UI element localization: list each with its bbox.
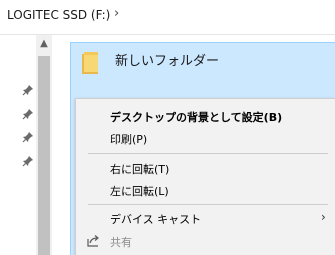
- folder-icon: [82, 52, 98, 74]
- menu-item-label: デスクトップの背景として設定(B): [110, 111, 283, 124]
- menu-separator: [88, 153, 328, 154]
- pin-icon[interactable]: [22, 108, 34, 120]
- menu-item-label: 左に回転(L): [110, 185, 169, 198]
- menu-item-label: 印刷(P): [110, 133, 148, 146]
- submenu-chevron-icon: ›: [321, 210, 326, 224]
- breadcrumb-chevron-icon[interactable]: ›: [114, 6, 119, 21]
- menu-item-label: デバイス キャスト: [110, 213, 202, 226]
- menu-item-label: 右に回転(T): [110, 163, 170, 176]
- pin-icon[interactable]: [22, 84, 34, 96]
- menu-item-share[interactable]: 共有: [76, 230, 335, 252]
- address-path[interactable]: LOGITEC SSD (F:): [7, 8, 110, 22]
- menu-item-rotate-left[interactable]: 左に回転(L): [76, 179, 335, 201]
- menu-item-rotate-right[interactable]: 右に回転(T): [76, 157, 335, 179]
- scroll-up-arrow-icon[interactable]: ▲: [36, 37, 52, 51]
- share-icon: [87, 235, 99, 247]
- menu-item-print[interactable]: 印刷(P): [76, 127, 335, 149]
- folder-name[interactable]: 新しいフォルダー: [115, 50, 219, 69]
- pin-icon[interactable]: [22, 131, 34, 143]
- scrollbar-thumb[interactable]: [38, 56, 50, 255]
- context-menu: デスクトップの背景として設定(B) 印刷(P) 右に回転(T) 左に回転(L) …: [75, 98, 335, 255]
- menu-separator: [88, 204, 328, 205]
- menu-item-cast-to-device[interactable]: デバイス キャスト ›: [76, 207, 335, 229]
- address-bar[interactable]: LOGITEC SSD (F:) ›: [0, 0, 335, 35]
- menu-item-set-desktop-background[interactable]: デスクトップの背景として設定(B): [76, 105, 335, 127]
- menu-item-label: 共有: [110, 236, 132, 249]
- file-explorer-window: LOGITEC SSD (F:) › ▲ 新しいフォルダー デスクトップの背景と…: [0, 0, 335, 255]
- pin-icon[interactable]: [22, 155, 34, 167]
